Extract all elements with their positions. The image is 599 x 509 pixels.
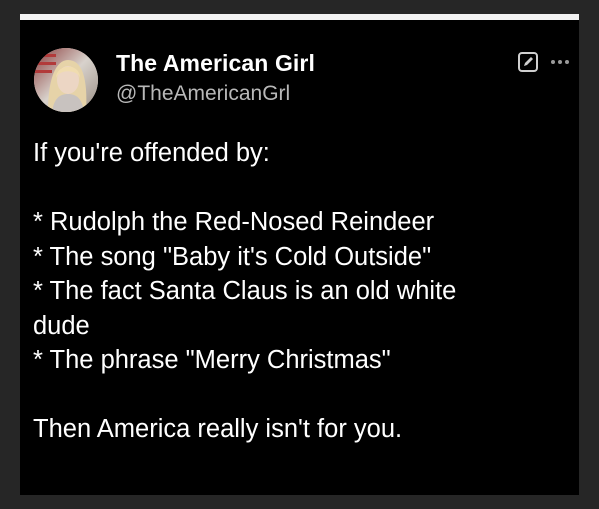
- more-icon[interactable]: [549, 58, 579, 66]
- tweet-line: * Rudolph the Red-Nosed Reindeer: [33, 208, 435, 236]
- tweet-text: If you're offended by: * Rudolph the Red…: [33, 136, 569, 447]
- profile-photo-icon: [34, 48, 98, 112]
- tweet-line: * The song "Baby it's Cold Outside": [33, 242, 432, 271]
- tweet-line: dude: [33, 311, 90, 340]
- tweet-line: * The fact Santa Claus is an old white: [33, 277, 457, 305]
- tweet-card: The American Girl @TheAmericanGrl If you…: [20, 14, 579, 495]
- tweet-line: If you're offended by:: [33, 139, 270, 167]
- edit-icon[interactable]: [517, 51, 539, 73]
- tweet-line: Then America really isn't for you.: [33, 415, 403, 443]
- display-name[interactable]: The American Girl: [116, 50, 315, 77]
- avatar[interactable]: [34, 48, 98, 112]
- tweet-line: * The phrase "Merry Christmas": [33, 346, 391, 374]
- handle[interactable]: @TheAmericanGrl: [116, 82, 290, 106]
- screenshot-frame: The American Girl @TheAmericanGrl If you…: [0, 0, 599, 509]
